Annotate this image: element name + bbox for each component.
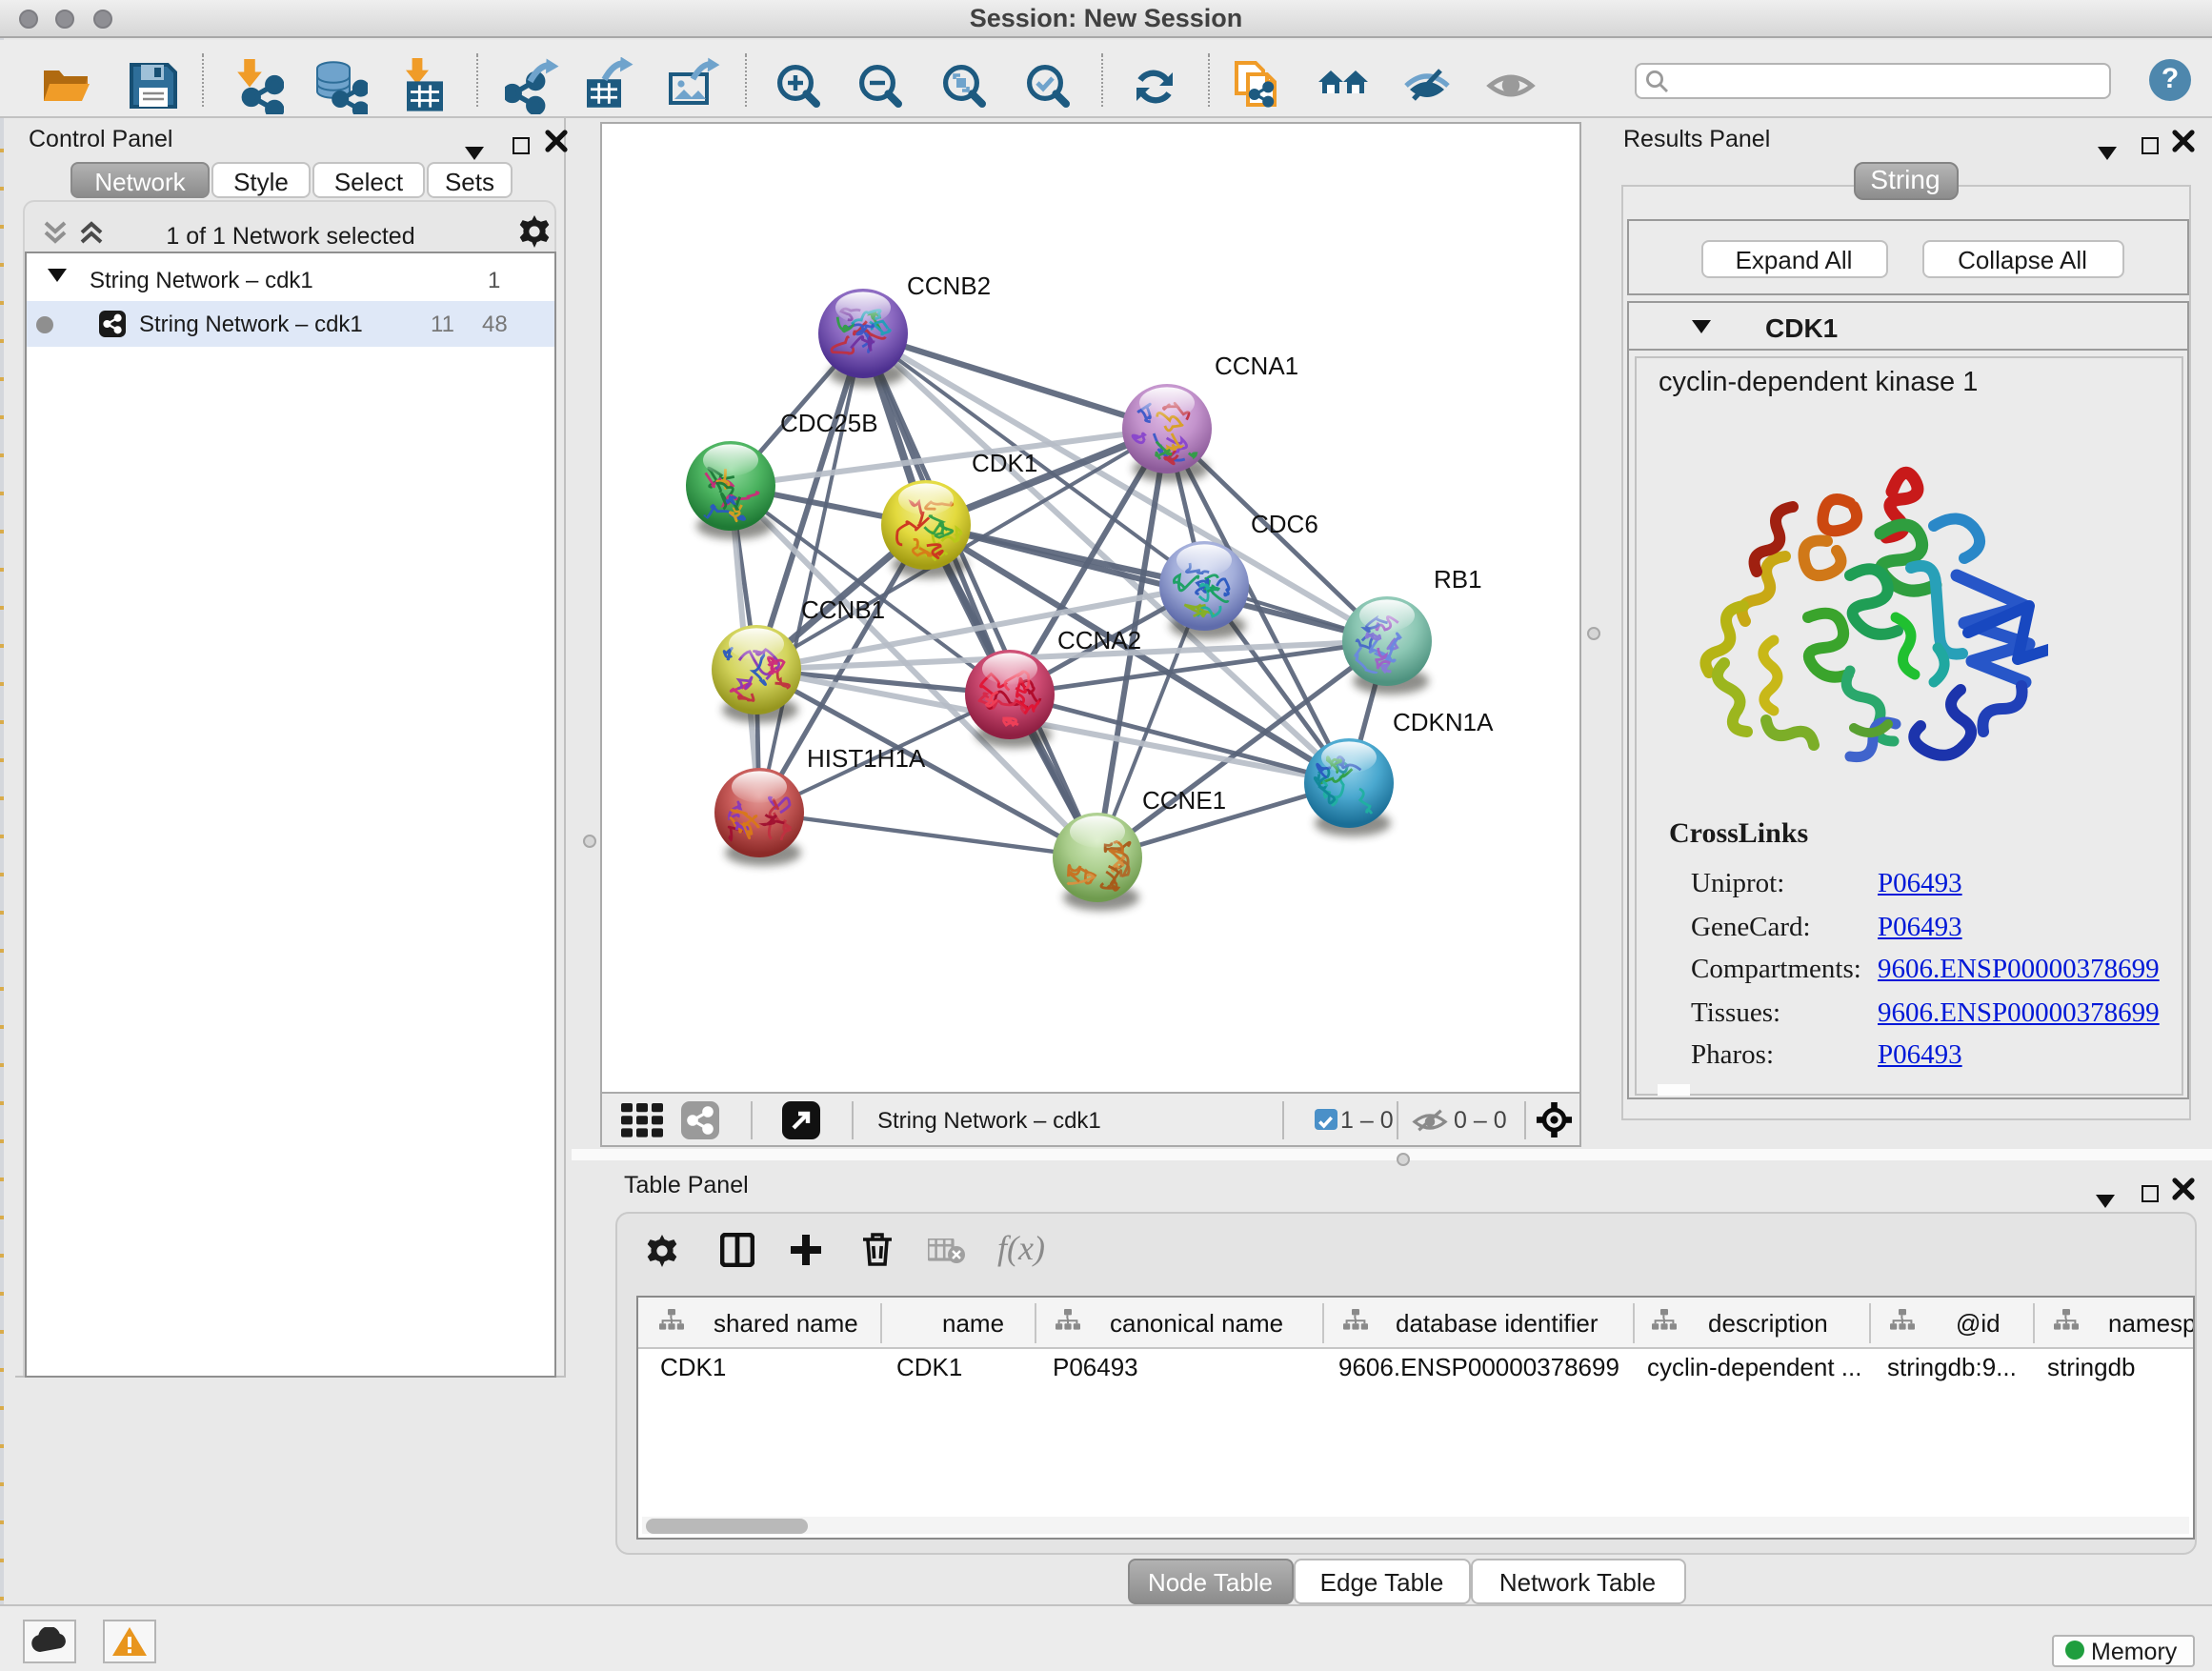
svg-text:CDK1: CDK1: [972, 449, 1037, 477]
svg-text:RB1: RB1: [1434, 565, 1482, 594]
svg-text:CCNB2: CCNB2: [907, 272, 991, 300]
svg-text:CDC6: CDC6: [1251, 510, 1318, 538]
svg-text:CCNA1: CCNA1: [1215, 352, 1298, 380]
svg-text:HIST1H1A: HIST1H1A: [807, 744, 926, 773]
svg-text:CCNE1: CCNE1: [1142, 786, 1226, 815]
svg-text:CCNB1: CCNB1: [801, 595, 885, 624]
svg-text:CDKN1A: CDKN1A: [1393, 708, 1494, 736]
svg-text:CCNA2: CCNA2: [1057, 626, 1141, 654]
svg-text:CDC25B: CDC25B: [780, 409, 878, 437]
